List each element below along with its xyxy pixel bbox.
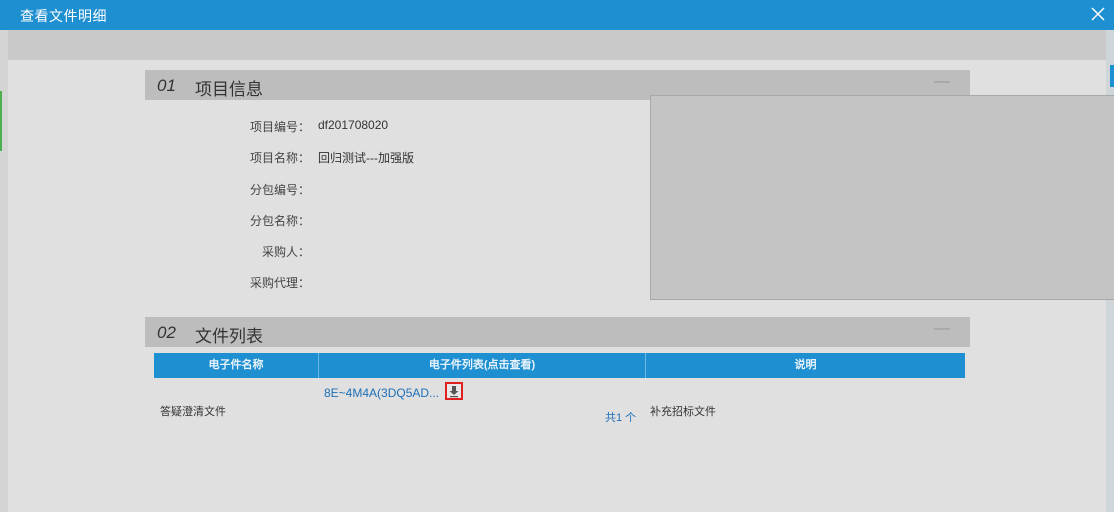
project-name-label: 项目名称： [249, 151, 310, 165]
download-button[interactable] [445, 382, 463, 400]
purchaser-label: 采购人： [261, 245, 310, 259]
close-icon[interactable] [1088, 4, 1108, 24]
section-title: 文件列表 [195, 327, 263, 346]
column-header-name: 电子件名称 [208, 359, 264, 371]
project-number-value: df201708020 [318, 118, 389, 132]
package-number-label: 分包编号： [249, 183, 310, 197]
note-cell: 补充招标文件 [650, 406, 716, 418]
file-table-header: 电子件名称 电子件列表(点击查看) 说明 [154, 353, 965, 378]
title-bar: 查看文件明细 [0, 0, 1114, 30]
overlay-panel [650, 95, 1114, 300]
section-number: 01 [157, 76, 176, 95]
toolbar [8, 30, 1106, 60]
project-name-value: 回归测试---加强版 [318, 151, 414, 165]
column-header-note: 说明 [794, 359, 817, 371]
file-count: 共1 个 [605, 412, 637, 424]
collapse-icon[interactable]: — [934, 73, 950, 91]
collapse-icon[interactable]: — [934, 320, 950, 338]
agent-label: 采购代理： [249, 276, 310, 290]
column-header-files: 电子件列表(点击查看) [428, 359, 536, 371]
section-title: 项目信息 [195, 80, 263, 99]
section-number: 02 [157, 323, 176, 342]
file-link[interactable]: 8E~4M4A(3DQ5AD... [324, 386, 439, 400]
left-edge [0, 30, 8, 512]
file-name-cell: 答疑澄清文件 [160, 406, 226, 418]
section-file-list-header: 02 文件列表 — [145, 317, 970, 347]
window-title: 查看文件明细 [20, 8, 107, 24]
package-name-label: 分包名称： [249, 214, 310, 228]
project-number-label: 项目编号： [249, 120, 310, 134]
download-icon [449, 386, 459, 398]
